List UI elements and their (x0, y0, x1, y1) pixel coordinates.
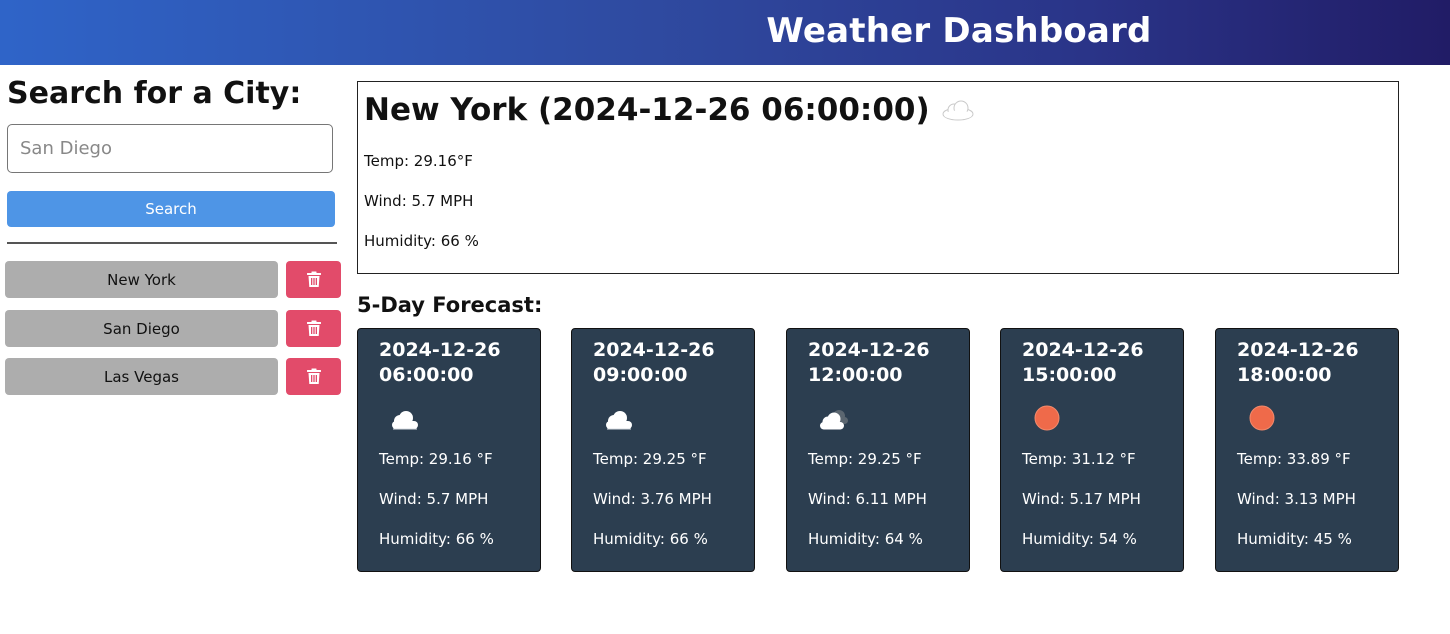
delete-city-button-san-diego[interactable] (286, 310, 341, 347)
history-city-button-las-vegas[interactable]: Las Vegas (5, 358, 278, 395)
forecast-card: 2024-12-26 15:00:00 Temp: 31.12 °F Wind:… (1000, 328, 1184, 572)
forecast-wind: Wind: 5.17 MPH (1022, 490, 1141, 508)
current-wind: Wind: 5.7 MPH (364, 192, 474, 210)
forecast-temp: Temp: 29.25 °F (808, 450, 922, 468)
app-title: Weather Dashboard (766, 11, 1152, 51)
delete-city-button-new-york[interactable] (286, 261, 341, 298)
forecast-date: 2024-12-26 12:00:00 (808, 339, 930, 386)
forecast-humidity: Humidity: 45 % (1237, 530, 1352, 548)
search-heading: Search for a City: (7, 76, 302, 111)
broken-clouds-icon (820, 410, 848, 430)
search-button[interactable]: Search (7, 191, 335, 227)
history-item: Las Vegas (5, 358, 341, 395)
forecast-card: 2024-12-26 06:00:00 Temp: 29.16 °F Wind:… (357, 328, 541, 572)
trash-icon (306, 320, 321, 336)
forecast-card: 2024-12-26 12:00:00 Temp: 29.25 °F Wind:… (786, 328, 970, 572)
sun-icon (1249, 405, 1275, 431)
history-item: San Diego (5, 310, 341, 347)
forecast-card: 2024-12-26 09:00:00 Temp: 29.25 °F Wind:… (571, 328, 755, 572)
forecast-date: 2024-12-26 06:00:00 (379, 339, 501, 386)
city-search-input[interactable] (7, 124, 333, 173)
forecast-humidity: Humidity: 66 % (379, 530, 494, 548)
trash-icon (306, 368, 321, 384)
cloud-icon (392, 411, 418, 430)
history-city-button-new-york[interactable]: New York (5, 261, 278, 298)
cloud-icon (606, 411, 632, 430)
forecast-humidity: Humidity: 54 % (1022, 530, 1137, 548)
sun-icon (1034, 405, 1060, 431)
forecast-temp: Temp: 33.89 °F (1237, 450, 1351, 468)
app-header: Weather Dashboard (0, 0, 1450, 65)
forecast-wind: Wind: 5.7 MPH (379, 490, 489, 508)
current-city-datetime: New York (2024-12-26 06:00:00) (364, 92, 930, 128)
forecast-humidity: Humidity: 66 % (593, 530, 708, 548)
forecast-temp: Temp: 29.16 °F (379, 450, 493, 468)
forecast-temp: Temp: 31.12 °F (1022, 450, 1136, 468)
forecast-wind: Wind: 6.11 MPH (808, 490, 927, 508)
trash-icon (306, 271, 321, 287)
sidebar-divider (7, 242, 337, 244)
forecast-heading: 5-Day Forecast: (357, 293, 543, 317)
forecast-date: 2024-12-26 18:00:00 (1237, 339, 1359, 386)
history-item: New York (5, 261, 341, 298)
forecast-humidity: Humidity: 64 % (808, 530, 923, 548)
forecast-temp: Temp: 29.25 °F (593, 450, 707, 468)
forecast-date: 2024-12-26 09:00:00 (593, 339, 715, 386)
forecast-card: 2024-12-26 18:00:00 Temp: 33.89 °F Wind:… (1215, 328, 1399, 572)
current-humidity: Humidity: 66 % (364, 232, 479, 250)
history-city-button-san-diego[interactable]: San Diego (5, 310, 278, 347)
current-weather-panel: New York (2024-12-26 06:00:00) Temp: 29.… (357, 81, 1399, 274)
delete-city-button-las-vegas[interactable] (286, 358, 341, 395)
cloud-icon (942, 100, 974, 121)
forecast-wind: Wind: 3.13 MPH (1237, 490, 1356, 508)
current-temp: Temp: 29.16°F (364, 152, 473, 170)
current-weather-title: New York (2024-12-26 06:00:00) (364, 92, 976, 128)
forecast-date: 2024-12-26 15:00:00 (1022, 339, 1144, 386)
forecast-wind: Wind: 3.76 MPH (593, 490, 712, 508)
